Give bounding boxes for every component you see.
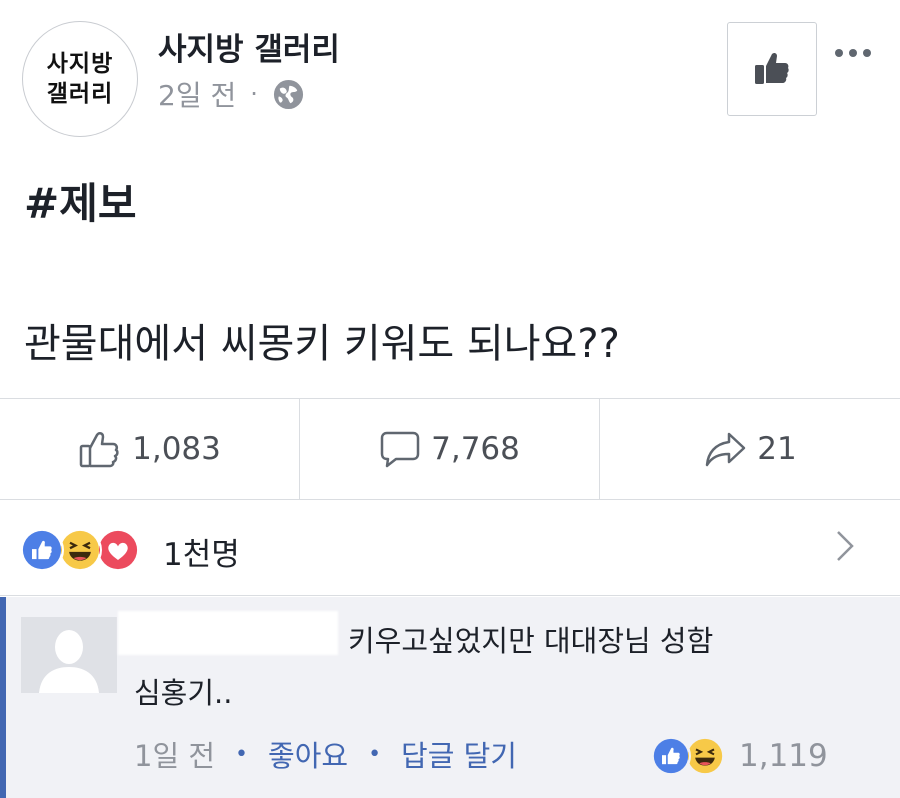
- like-reaction-icon: [651, 736, 691, 776]
- comment-item: 키우고싶었지만 대대장님 성함 심홍기.. 1일 전 • 좋아요 • 답글 달기…: [0, 597, 900, 798]
- more-options-button[interactable]: [829, 38, 877, 68]
- more-dot-icon: [863, 49, 871, 57]
- more-dot-icon: [835, 49, 843, 57]
- post-header: 사지방 갤러리 사지방 갤러리 2일 전 ·: [0, 0, 900, 145]
- like-reaction-icon: [20, 528, 64, 572]
- comment-like-link[interactable]: 좋아요: [268, 733, 348, 775]
- share-button[interactable]: 21: [600, 399, 900, 499]
- comment-bubble-icon: [380, 431, 420, 468]
- haha-reaction-icon: [685, 736, 725, 776]
- post-meta: 2일 전 ·: [158, 74, 305, 114]
- page-avatar[interactable]: 사지방 갤러리: [22, 21, 138, 137]
- avatar-text-line1: 사지방: [46, 51, 114, 77]
- like-count: 1,083: [132, 431, 221, 467]
- share-arrow-icon: [706, 432, 746, 467]
- default-profile-icon: [21, 617, 117, 693]
- reaction-count[interactable]: 1천명: [163, 529, 240, 574]
- avatar-text-line2: 갤러리: [46, 81, 114, 107]
- comment-button[interactable]: 7,768: [300, 399, 600, 499]
- post-action-bar: 1,083 7,768 21: [0, 398, 900, 500]
- comment-text-line2: 심홍기..: [134, 676, 233, 710]
- post-time[interactable]: 2일 전: [158, 74, 236, 114]
- like-outline-icon: [79, 432, 119, 468]
- haha-reaction-icon: [58, 528, 102, 572]
- meta-separator: ·: [250, 80, 258, 108]
- comment-reactions[interactable]: 1,119: [651, 736, 828, 776]
- reaction-icons: [20, 528, 140, 572]
- reactions-summary[interactable]: 1천명: [0, 500, 900, 596]
- share-count: 21: [757, 431, 797, 467]
- comment-text-line1: 키우고싶었지만 대대장님 성함: [348, 624, 714, 658]
- comment-reaction-count: 1,119: [739, 738, 828, 774]
- comment-separator: •: [235, 741, 249, 767]
- like-page-button[interactable]: [727, 22, 817, 116]
- post-hashtag[interactable]: #제보: [24, 170, 136, 231]
- more-dot-icon: [849, 49, 857, 57]
- comment-reply-link[interactable]: 답글 달기: [401, 733, 517, 775]
- thumbs-up-icon: [755, 52, 789, 84]
- chevron-right-icon[interactable]: [832, 528, 858, 564]
- comment-separator: •: [368, 741, 382, 767]
- globe-icon: [273, 79, 303, 109]
- page-name[interactable]: 사지방 갤러리: [158, 24, 340, 69]
- post-text: 관물대에서 씨몽키 키워도 되나요??: [24, 321, 620, 367]
- commenter-avatar[interactable]: [21, 617, 117, 693]
- comment-count: 7,768: [431, 431, 520, 467]
- like-button[interactable]: 1,083: [0, 399, 300, 499]
- comment-time[interactable]: 1일 전: [134, 733, 215, 775]
- love-reaction-icon: [96, 528, 140, 572]
- comment-footer: 1일 전 • 좋아요 • 답글 달기: [134, 733, 517, 775]
- comment-text: 키우고싶었지만 대대장님 성함 심홍기..: [134, 615, 854, 719]
